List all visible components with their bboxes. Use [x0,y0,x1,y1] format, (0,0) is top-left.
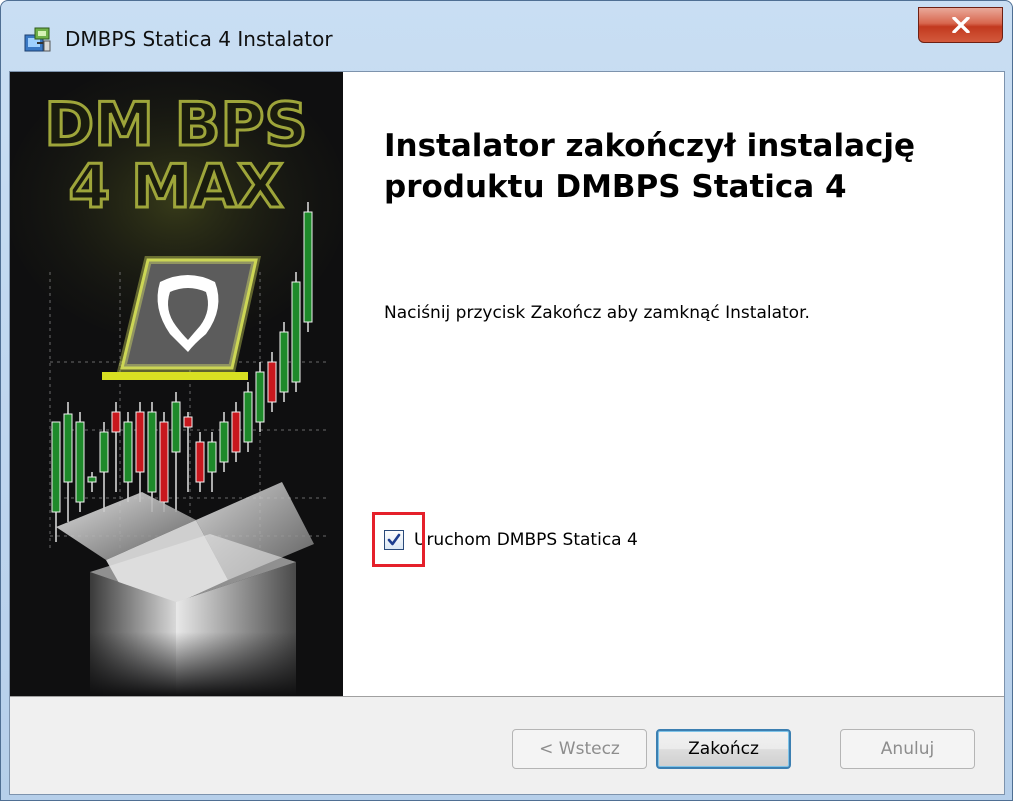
finish-button[interactable]: Zakończ [656,729,791,769]
candle-body [183,416,193,428]
close-button[interactable] [918,7,1003,43]
candle-body [63,413,73,483]
candle-body [195,441,205,483]
candle-body [255,371,265,423]
candle-body [123,421,133,483]
candle-body [279,331,289,393]
candle-body [267,361,277,403]
candle-body [219,421,229,463]
completion-content: Instalator zakończył instalację produktu… [343,72,1004,696]
launch-app-checkbox[interactable] [384,530,404,550]
page-heading: Instalator zakończył instalację produktu… [384,128,916,205]
installer-window: DMBPS Statica 4 Instalator DM BPS 4 MAX … [0,0,1013,801]
candle-body [243,391,253,443]
candle-body [171,401,181,453]
candle-body [147,411,157,493]
installer-app-icon [24,27,51,52]
cancel-button[interactable]: Anuluj [840,729,975,769]
candle-body [231,411,241,453]
candle-body [207,441,217,473]
launch-app-option[interactable]: Uruchom DMBPS Statica 4 [384,525,638,555]
candle-body [135,411,145,473]
title-bar[interactable]: DMBPS Statica 4 Instalator [1,1,1012,71]
finish-instruction-text: Naciśnij przycisk Zakończ aby zamknąć In… [384,303,810,323]
banner-artwork: DM BPS 4 MAX [10,72,343,696]
button-bar: < Wstecz Zakończ Anuluj [10,696,1004,794]
candle-body [99,431,109,473]
logo-line-2: 4 MAX [68,152,283,222]
brand-tile-icon [116,256,261,372]
checkmark-icon [387,533,401,546]
close-icon [952,17,970,33]
candle-body [111,411,121,433]
candle-body [51,421,61,513]
candle-body [291,281,301,383]
candle-body [87,476,97,483]
candle-body [303,211,313,323]
launch-app-label[interactable]: Uruchom DMBPS Statica 4 [414,530,638,550]
product-banner: DM BPS 4 MAX [10,72,343,696]
candle-body [75,421,85,503]
candle-body [159,421,169,503]
window-title: DMBPS Statica 4 Instalator [65,27,333,51]
logo-line-1: DM BPS [44,90,307,160]
dialog-client-area: DM BPS 4 MAX Instalator zakończył instal… [9,71,1005,795]
back-button[interactable]: < Wstecz [512,729,647,769]
